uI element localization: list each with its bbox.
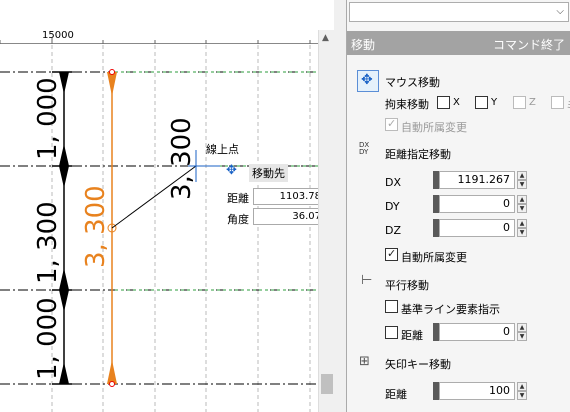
arrow-key-distance-spinner[interactable]: ▲ ▼ <box>517 382 527 400</box>
move-preview <box>111 150 220 229</box>
dx-spinner[interactable]: ▲ ▼ <box>517 171 527 189</box>
constraint-z-checkbox[interactable] <box>513 96 526 109</box>
mouse-auto-reassign-label: 自動所属変更 <box>401 121 467 134</box>
end-command-button[interactable]: コマンド終了 <box>493 36 565 53</box>
distance-move-label: 距離指定移動 <box>385 148 451 161</box>
move-command-panel: ⌵ 移動 コマンド終了 ✥ マウス移動 拘束移動 X Y Z ミ ✓ 自動所属変… <box>346 0 570 412</box>
chevron-down-icon[interactable]: ⌵ <box>556 6 564 17</box>
constraint-x-label: X <box>453 97 460 108</box>
parallel-move-label: 平行移動 <box>385 279 429 292</box>
dz-spinner[interactable]: ▲ ▼ <box>517 219 527 237</box>
move-target-label: 移動先 <box>249 164 288 182</box>
parallel-distance-input[interactable]: 0 <box>439 323 515 341</box>
arrow-key-distance-label: 距離 <box>385 388 407 401</box>
dx-label: DX <box>385 176 402 189</box>
baseline-checkbox[interactable] <box>385 300 398 313</box>
constraint-extra-label: ミ <box>566 97 570 112</box>
constraint-z-label: Z <box>529 97 536 108</box>
parallel-distance-checkbox[interactable] <box>385 326 398 339</box>
dim-text-2: 1, 300 <box>33 201 63 284</box>
snap-label: 線上点 <box>206 143 239 156</box>
move-icon: ✥ <box>226 163 237 178</box>
splitter[interactable] <box>334 0 346 412</box>
baseline-label: 基準ライン要素指示 <box>401 303 500 316</box>
dxdy-icon: DX DY <box>359 141 370 156</box>
drawing-canvas[interactable]: 15000 1, 000 1, 300 1, 000 3, 300 3, 300… <box>0 0 318 412</box>
mouse-auto-reassign-checkbox[interactable]: ✓ <box>385 117 398 131</box>
dx-input[interactable]: 1191.267 <box>439 171 515 189</box>
distance-input[interactable]: 1103.78 <box>253 188 318 205</box>
dim-text-orange: 3, 300 <box>81 185 111 268</box>
mouse-move-button[interactable]: ✥ <box>357 70 379 92</box>
mouse-move-label: マウス移動 <box>385 76 440 89</box>
dy-label: DY <box>385 200 400 213</box>
arrow-key-move-label: 矢印キー移動 <box>385 358 451 371</box>
angle-label: 角度 <box>227 213 249 226</box>
move-cross-icon: ✥ <box>361 72 373 88</box>
dy-spinner[interactable]: ▲ ▼ <box>517 195 527 213</box>
constraint-y-label: Y <box>491 97 498 108</box>
scroll-up-icon[interactable]: ▲ <box>322 33 329 43</box>
panel-title: 移動 <box>351 38 376 52</box>
parallel-distance-label: 距離 <box>401 329 423 342</box>
scroll-thumb[interactable] <box>321 374 333 394</box>
dz-input[interactable]: 0 <box>439 219 515 237</box>
distance-auto-reassign-checkbox[interactable]: ✓ <box>385 247 398 261</box>
dim-text-3: 1, 000 <box>33 297 63 380</box>
panel-titlebar: 移動 コマンド終了 <box>347 31 570 55</box>
distance-label: 距離 <box>227 192 249 205</box>
drawing-svg: 1, 000 1, 300 1, 000 3, 300 3, 300 <box>0 38 318 412</box>
dim-text-preview: 3, 300 <box>167 117 197 200</box>
constraint-x-checkbox[interactable] <box>437 96 450 109</box>
constraint-extra-checkbox[interactable] <box>551 96 564 109</box>
constraint-label: 拘束移動 <box>385 98 429 111</box>
distance-auto-reassign-label: 自動所属変更 <box>401 251 467 264</box>
ruler-ticks <box>0 38 311 44</box>
constraint-y-checkbox[interactable] <box>475 96 488 109</box>
dz-label: DZ <box>385 224 402 237</box>
arrow-key-distance-input[interactable]: 100 <box>439 382 515 400</box>
command-combo[interactable]: ⌵ <box>349 2 569 22</box>
angle-input[interactable]: 36.07 <box>253 208 318 225</box>
parallel-move-icon: ⊢ <box>361 273 373 288</box>
vertical-scrollbar[interactable]: ▲ <box>318 30 334 412</box>
dim-text-1: 1, 000 <box>33 77 63 160</box>
arrow-key-icon: ⊞ <box>359 354 370 369</box>
parallel-distance-spinner[interactable]: ▲ ▼ <box>517 323 527 341</box>
dy-input[interactable]: 0 <box>439 195 515 213</box>
